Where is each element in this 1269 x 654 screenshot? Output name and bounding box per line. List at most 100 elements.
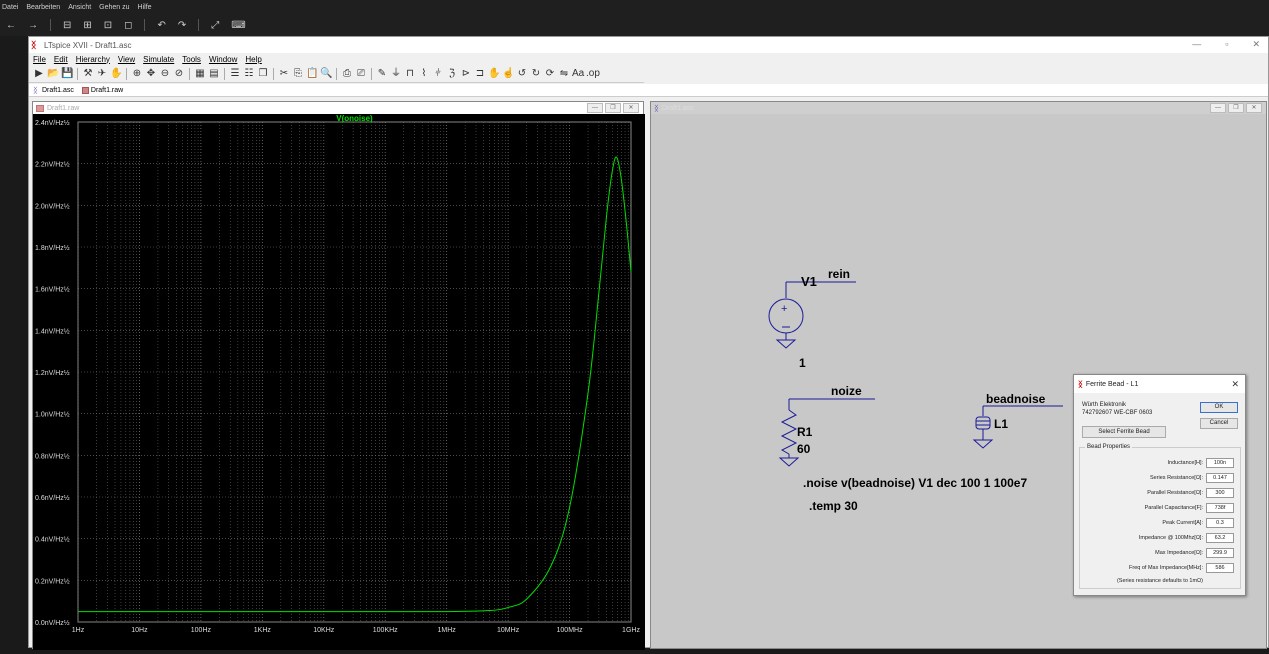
window-single-icon[interactable]: ◻ — [124, 20, 132, 31]
wire-icon[interactable]: ✎ — [376, 68, 388, 80]
tab-waveform[interactable]: Draft1.raw — [81, 86, 123, 94]
close-icon[interactable]: ✕ — [623, 103, 639, 113]
r1-resistor[interactable] — [778, 398, 875, 467]
undo-icon[interactable]: ↺ — [516, 68, 528, 80]
y-tick-label: 0.8nV/Hz½ — [35, 452, 70, 460]
mirror-icon[interactable]: ⇋ — [558, 68, 570, 80]
zoom-fit-icon[interactable]: ⊘ — [173, 68, 185, 80]
minimize-icon[interactable]: — — [587, 103, 603, 113]
minimize-icon[interactable]: — — [1210, 103, 1226, 113]
freq-max-impedance-field[interactable]: 586 — [1206, 562, 1234, 573]
noise-directive[interactable]: .noise v(beadnoise) V1 dec 100 1 100e7 — [803, 476, 1027, 490]
restore-icon[interactable]: ❐ — [605, 103, 621, 113]
noise-plot[interactable]: 2.4nV/Hz½ 2.2nV/Hz½ 2.0nV/Hz½ 1.8nV/Hz½ 1.6n… — [33, 114, 645, 650]
drag-icon[interactable]: ☝ — [502, 68, 514, 80]
temp-directive[interactable]: .temp 30 — [809, 499, 858, 513]
plot-area[interactable]: 2.4nV/Hz½ 2.2nV/Hz½ 2.0nV/Hz½ 1.8nV/Hz½ 1.6n… — [33, 114, 645, 650]
zoom-in-icon[interactable]: ⊕ — [131, 68, 143, 80]
max-impedance-field[interactable]: 299.9 — [1206, 547, 1234, 558]
impedance-100mhz-field[interactable]: 63.2 — [1206, 532, 1234, 543]
cut-icon[interactable]: ✂ — [278, 68, 290, 80]
host-menu-go[interactable]: Gehen zu — [99, 4, 129, 11]
close-icon[interactable]: ✕ — [1246, 103, 1262, 113]
cascade-icon[interactable]: ❐ — [257, 68, 269, 80]
menu-simulate[interactable]: Simulate — [143, 55, 174, 64]
y-tick-label: 1.8nV/Hz½ — [35, 244, 70, 252]
peak-current-field[interactable]: 0.3 — [1206, 517, 1234, 528]
host-gutter — [0, 36, 28, 654]
rotate-icon[interactable]: ⟳ — [544, 68, 556, 80]
back-arrow-icon[interactable]: ← — [6, 20, 16, 31]
print-icon[interactable]: ⎙ — [341, 68, 353, 80]
menu-tools[interactable]: Tools — [182, 55, 201, 64]
restore-icon[interactable]: ❐ — [1228, 103, 1244, 113]
copy-icon[interactable]: ⎘ — [292, 68, 304, 80]
parallel-capacitance-field[interactable]: 738f — [1206, 502, 1234, 513]
l1-ferrite-bead[interactable] — [972, 405, 1063, 449]
x-tick-label: 1KHz — [254, 627, 272, 634]
paste-icon[interactable]: 📋 — [306, 68, 318, 80]
maximize-icon[interactable]: ▫ — [1225, 39, 1228, 50]
diode-icon[interactable]: ⊳ — [460, 68, 472, 80]
tile-vertical-icon[interactable]: ☷ — [243, 68, 255, 80]
halt-icon[interactable]: ✋ — [110, 68, 122, 80]
window-split-icon[interactable]: ⊞ — [83, 20, 91, 31]
redo-icon[interactable]: ↻ — [530, 68, 542, 80]
forward-arrow-icon[interactable]: → — [28, 20, 38, 31]
text-icon[interactable]: Aa — [572, 68, 584, 80]
window-tile-icon[interactable]: ⊡ — [104, 20, 112, 31]
v1-voltage-source[interactable]: + — [768, 281, 856, 349]
save-icon[interactable]: 💾 — [61, 68, 73, 80]
net-label-noize: noize — [831, 384, 862, 398]
part-number: 742792607 WE-CBF 0603 — [1082, 410, 1153, 416]
tab-schematic[interactable]: ᛝ Draft1.asc — [33, 86, 74, 94]
close-icon[interactable]: ✕ — [1231, 379, 1239, 390]
ground-icon[interactable]: ⏚ — [390, 68, 402, 80]
expand-icon[interactable]: ⤢ — [211, 20, 219, 31]
component-icon[interactable]: ⊐ — [474, 68, 486, 80]
series-resistance-field[interactable]: 0.147 — [1206, 472, 1234, 483]
autorange-icon[interactable]: ▦ — [194, 68, 206, 80]
close-icon[interactable]: ✕ — [1252, 39, 1260, 50]
waveform-icon[interactable]: ▤ — [208, 68, 220, 80]
y-tick-label: 0.6nV/Hz½ — [35, 494, 70, 502]
capacitor-icon[interactable]: ⫩ — [432, 68, 444, 80]
toolbar-divider — [50, 19, 51, 31]
find-icon[interactable]: 🔍 — [320, 68, 332, 80]
spice-directive-icon[interactable]: .op — [586, 68, 600, 80]
move-icon[interactable]: ✋ — [488, 68, 500, 80]
menu-view[interactable]: View — [118, 55, 135, 64]
inductance-field[interactable]: 100n — [1206, 457, 1234, 468]
parallel-resistance-field[interactable]: 300 — [1206, 487, 1234, 498]
host-menu-file[interactable]: Datei — [2, 4, 18, 11]
net-label-rein: rein — [828, 267, 850, 281]
redo-icon[interactable]: ↷ — [178, 20, 186, 31]
run-icon[interactable]: ✈ — [96, 68, 108, 80]
label-net-icon[interactable]: ⊓ — [404, 68, 416, 80]
keyboard-icon[interactable]: ⌨ — [231, 20, 245, 31]
zoom-out-icon[interactable]: ⊖ — [159, 68, 171, 80]
print-preview-icon[interactable]: ⎚ — [355, 68, 367, 80]
menu-help[interactable]: Help — [245, 55, 261, 64]
pan-icon[interactable]: ✥ — [145, 68, 157, 80]
menu-window[interactable]: Window — [209, 55, 237, 64]
noise-trace[interactable] — [78, 156, 632, 613]
ok-button[interactable]: OK — [1200, 402, 1238, 413]
minimize-icon[interactable]: — — [1192, 39, 1201, 50]
resistor-icon[interactable]: ⌇ — [418, 68, 430, 80]
control-panel-icon[interactable]: ⚒ — [82, 68, 94, 80]
undo-icon[interactable]: ↶ — [157, 20, 165, 31]
select-ferrite-bead-button[interactable]: Select Ferrite Bead — [1082, 426, 1166, 438]
inductor-icon[interactable]: ℨ — [446, 68, 458, 80]
menu-edit[interactable]: Edit — [54, 55, 68, 64]
menu-hierarchy[interactable]: Hierarchy — [76, 55, 110, 64]
open-icon[interactable]: 📂 — [47, 68, 59, 80]
cancel-button[interactable]: Cancel — [1200, 418, 1238, 429]
new-schematic-icon[interactable]: ▶ — [33, 68, 45, 80]
tile-horizontal-icon[interactable]: ☰ — [229, 68, 241, 80]
host-menu-help[interactable]: Hilfe — [138, 4, 152, 11]
menu-file[interactable]: File — [33, 55, 46, 64]
host-menu-edit[interactable]: Bearbeiten — [26, 4, 60, 11]
window-layout-icon[interactable]: ⊟ — [63, 20, 71, 31]
host-menu-view[interactable]: Ansicht — [68, 4, 91, 11]
